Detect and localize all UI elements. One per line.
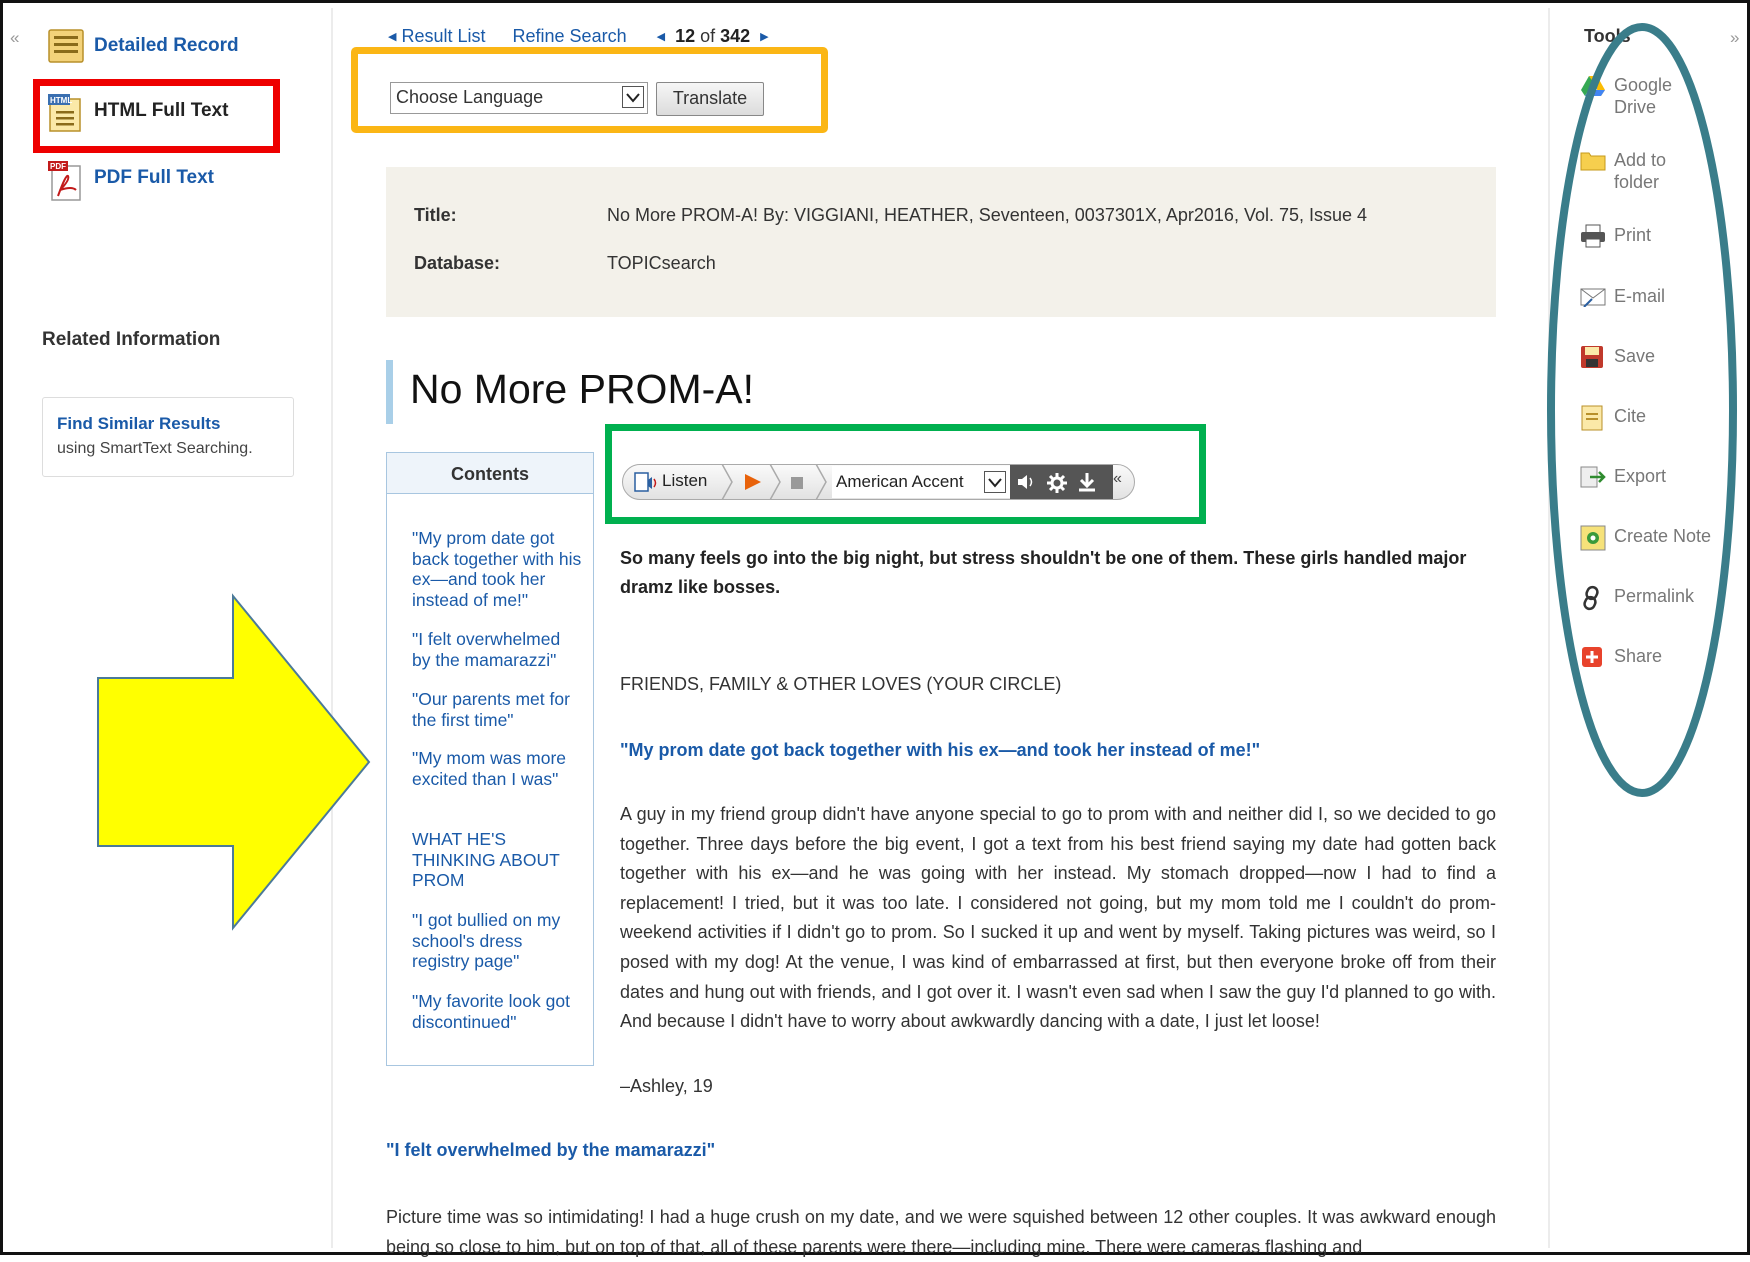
pdf-document-icon: PDF — [46, 160, 81, 201]
title-label: Title: — [414, 205, 457, 225]
collapse-left-panel-button[interactable]: « — [10, 28, 19, 48]
subheading-2: "I felt overwhelmed by the mamarazzi" — [386, 1140, 716, 1160]
contents-link[interactable]: "My prom date got back together with his… — [412, 528, 582, 610]
find-similar-subtitle: using SmartText Searching. — [57, 440, 253, 457]
result-navigation: ◀ Result List Refine Search ◀ 12 of 342 … — [388, 26, 774, 47]
green-highlight-box — [605, 424, 1206, 524]
yellow-arrow-icon — [97, 593, 371, 931]
next-result-button[interactable]: ▶ — [760, 30, 768, 43]
related-information-heading: Related Information — [42, 329, 221, 350]
contents-header: Contents — [387, 453, 593, 494]
contents-panel: Contents "My prom date got back together… — [386, 452, 594, 1066]
result-of-label: of — [700, 26, 716, 46]
contents-link[interactable]: "My favorite look got discontinued" — [412, 991, 582, 1032]
orange-highlight-box — [351, 47, 828, 133]
contents-link[interactable]: "My mom was more excited than I was" — [412, 748, 582, 789]
database-label: Database: — [414, 253, 501, 273]
contents-link[interactable]: "I felt overwhelmed by the mamarazzi" — [412, 629, 582, 670]
subheading-1: "My prom date got back together with his… — [620, 740, 1261, 760]
contents-link[interactable]: "Our parents met for the first time" — [412, 689, 582, 730]
nav-pdf-full-text-label: PDF Full Text — [94, 167, 214, 188]
refine-search-link[interactable]: Refine Search — [513, 26, 627, 47]
detailed-record-icon — [46, 28, 84, 64]
red-highlight-box — [33, 79, 280, 153]
article-paragraph-1: A guy in my friend group didn't have any… — [620, 804, 1496, 1032]
database-value: TOPICsearch — [607, 253, 716, 273]
find-similar-link[interactable]: Find Similar Results — [57, 414, 220, 434]
title-value: No More PROM-A! By: VIGGIANI, HEATHER, S… — [607, 205, 1368, 225]
contents-link[interactable]: WHAT HE'S THINKING ABOUT PROM — [412, 829, 582, 891]
pdf-icon-text: PDF — [50, 162, 66, 171]
heading-accent-bar — [386, 360, 393, 424]
article-heading: No More PROM-A! — [410, 366, 754, 412]
section-heading: FRIENDS, FAMILY & OTHER LOVES (YOUR CIRC… — [620, 674, 1062, 694]
article-lead: So many feels go into the big night, but… — [620, 548, 1467, 597]
article-paragraph-2: Picture time was so intimidating! I had … — [386, 1207, 1496, 1257]
triangle-left-icon: ◀ — [388, 31, 397, 43]
teal-highlight-ellipse — [1547, 23, 1737, 797]
nav-detailed-record-label: Detailed Record — [94, 35, 239, 56]
nav-pdf-full-text[interactable]: PDF PDF Full Text — [46, 160, 214, 201]
record-summary: Title: No More PROM-A! By: VIGGIANI, HEA… — [386, 167, 1496, 317]
nav-detailed-record[interactable]: Detailed Record — [46, 28, 239, 64]
previous-result-button[interactable]: ◀ — [657, 30, 665, 43]
find-similar-box[interactable]: Find Similar Results using SmartText Sea… — [42, 397, 294, 477]
result-total: 342 — [720, 26, 751, 46]
contents-link[interactable]: "I got bullied on my school's dress regi… — [412, 910, 582, 972]
result-list-link[interactable]: Result List — [401, 26, 485, 47]
article-signature: –Ashley, 19 — [620, 1076, 713, 1096]
result-position: 12 — [675, 26, 696, 46]
